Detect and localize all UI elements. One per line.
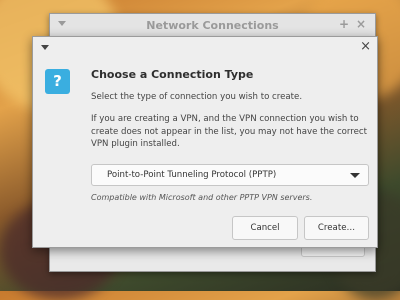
window-title: Network Connections <box>146 18 279 32</box>
chevron-down-icon <box>350 173 360 178</box>
close-icon[interactable]: × <box>356 17 366 31</box>
choose-connection-type-dialog: × ? Choose a Connection Type Select the … <box>32 36 378 248</box>
question-icon: ? <box>45 69 70 94</box>
window-menu-icon[interactable] <box>58 21 66 26</box>
dialog-titlebar[interactable]: × <box>33 37 377 57</box>
dialog-close-icon[interactable]: × <box>360 39 371 54</box>
dialog-menu-icon[interactable] <box>41 45 49 50</box>
compatibility-note: Compatible with Microsoft and other PPTP… <box>91 193 313 202</box>
create-button[interactable]: Create… <box>304 216 369 240</box>
dialog-heading: Choose a Connection Type <box>91 68 254 81</box>
vpn-plugin-note: If you are creating a VPN, and the VPN c… <box>91 114 368 149</box>
dialog-intro-text: Select the type of connection you wish t… <box>91 92 303 102</box>
network-connections-titlebar[interactable]: Network Connections + × <box>50 14 375 37</box>
connection-type-select[interactable]: Point-to-Point Tunneling Protocol (PPTP) <box>91 164 369 186</box>
maximize-icon[interactable]: + <box>339 17 349 31</box>
cancel-button[interactable]: Cancel <box>232 216 298 240</box>
connection-type-value: Point-to-Point Tunneling Protocol (PPTP) <box>107 170 277 180</box>
